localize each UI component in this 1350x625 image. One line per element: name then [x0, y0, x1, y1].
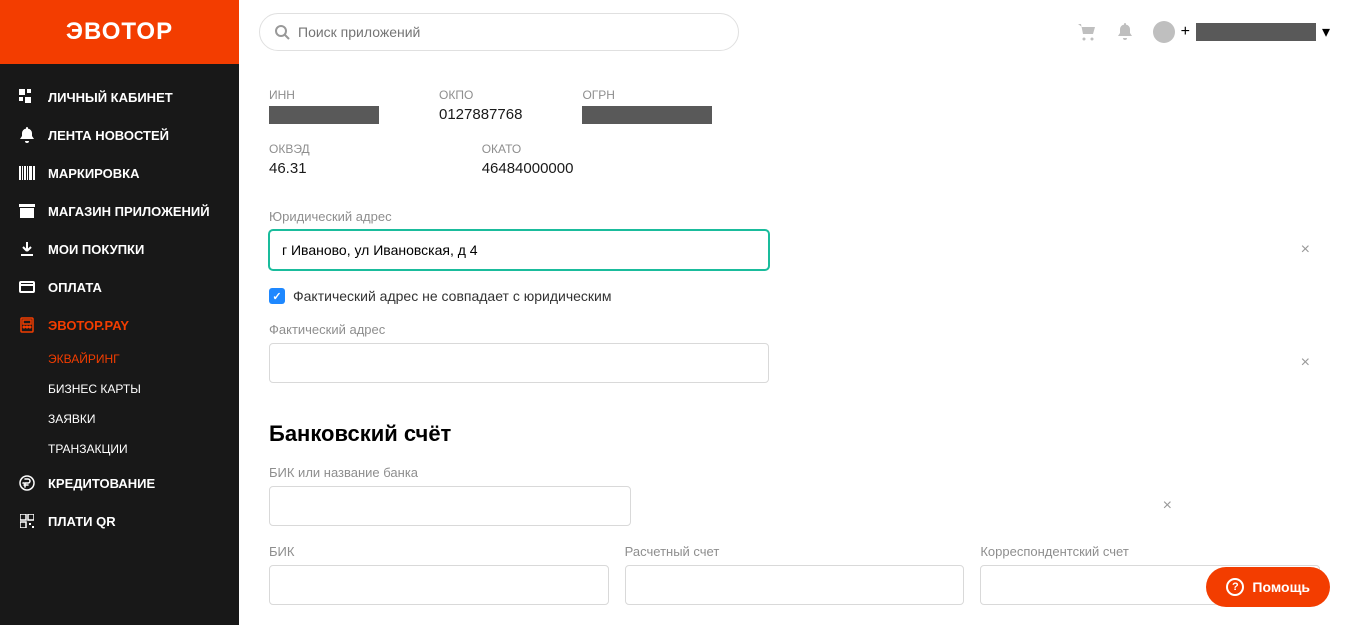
rs-input[interactable]	[625, 565, 965, 605]
help-button[interactable]: ? Помощь	[1206, 567, 1330, 607]
bank-heading: Банковский счёт	[269, 421, 1320, 447]
terminal-icon	[18, 316, 36, 334]
nav-credit[interactable]: КРЕДИТОВАНИЕ	[0, 464, 239, 502]
bell-icon	[18, 126, 36, 144]
nav-label: ПЛАТИ QR	[48, 514, 116, 529]
okato-value: 46484000000	[482, 160, 574, 177]
okpo-value: 0127887768	[439, 106, 522, 123]
nav-my-purchases[interactable]: МОИ ПОКУПКИ	[0, 230, 239, 268]
bank-search-input[interactable]	[269, 486, 631, 526]
bank-search-label: БИК или название банка	[269, 465, 1320, 480]
clear-bank-search-button[interactable]: ×	[1163, 498, 1172, 514]
nav-label: ЭВОТОР.PAY	[48, 318, 129, 333]
content: ИНН ОКПО 0127887768 ОГРН ОКВЭД 46.31	[239, 64, 1350, 625]
legal-address-input[interactable]	[269, 230, 769, 270]
user-phone-prefix: +	[1181, 23, 1190, 41]
ks-label: Корреспондентский счет	[980, 544, 1320, 559]
field-okato: ОКАТО 46484000000	[482, 142, 574, 177]
sub-nav: ЭКВАЙРИНГ БИЗНЕС КАРТЫ ЗАЯВКИ ТРАНЗАКЦИИ	[0, 344, 239, 464]
subnav-requests[interactable]: ЗАЯВКИ	[48, 404, 239, 434]
actual-address-input[interactable]	[269, 343, 769, 383]
clear-actual-address-button[interactable]: ×	[1301, 355, 1310, 371]
nav-app-store[interactable]: МАГАЗИН ПРИЛОЖЕНИЙ	[0, 192, 239, 230]
nav-pay-qr[interactable]: ПЛАТИ QR	[0, 502, 239, 540]
okpo-label: ОКПО	[439, 88, 522, 102]
qr-icon	[18, 512, 36, 530]
subnav-transactions[interactable]: ТРАНЗАКЦИИ	[48, 434, 239, 464]
topbar-right: + ▾	[1077, 21, 1330, 43]
nav-label: ЛИЧНЫЙ КАБИНЕТ	[48, 90, 173, 105]
bik-label: БИК	[269, 544, 609, 559]
chevron-down-icon: ▾	[1322, 22, 1330, 42]
main-nav: ЛИЧНЫЙ КАБИНЕТ ЛЕНТА НОВОСТЕЙ МАРКИРОВКА…	[0, 64, 239, 554]
subnav-acquiring[interactable]: ЭКВАЙРИНГ	[48, 344, 239, 374]
question-icon: ?	[1226, 578, 1244, 596]
nav-personal-cabinet[interactable]: ЛИЧНЫЙ КАБИНЕТ	[0, 78, 239, 116]
notifications-icon[interactable]	[1117, 23, 1133, 41]
ogrn-value-redacted	[582, 106, 712, 124]
actual-address-label: Фактический адрес	[269, 322, 1320, 337]
nav-evotor-pay[interactable]: ЭВОТОР.PAY	[0, 306, 239, 344]
nav-label: ЛЕНТА НОВОСТЕЙ	[48, 128, 169, 143]
grid-icon	[18, 88, 36, 106]
user-phone-redacted	[1196, 23, 1316, 41]
inn-value-redacted	[269, 106, 379, 124]
nav-payment[interactable]: ОПЛАТА	[0, 268, 239, 306]
brand-logo[interactable]: ЭВОТОР	[0, 0, 239, 64]
nav-news-feed[interactable]: ЛЕНТА НОВОСТЕЙ	[0, 116, 239, 154]
search-icon	[274, 24, 290, 40]
user-menu[interactable]: + ▾	[1153, 21, 1330, 43]
subnav-business-cards[interactable]: БИЗНЕС КАРТЫ	[48, 374, 239, 404]
help-label: Помощь	[1252, 579, 1310, 595]
ruble-icon	[18, 474, 36, 492]
okved-value: 46.31	[269, 160, 310, 177]
sidebar: ЭВОТОР ЛИЧНЫЙ КАБИНЕТ ЛЕНТА НОВОСТЕЙ МАР…	[0, 0, 239, 625]
nav-marking[interactable]: МАРКИРОВКА	[0, 154, 239, 192]
address-diff-checkbox[interactable]: ✓	[269, 288, 285, 304]
okato-label: ОКАТО	[482, 142, 574, 156]
clear-legal-address-button[interactable]: ×	[1301, 242, 1310, 258]
nav-label: КРЕДИТОВАНИЕ	[48, 476, 155, 491]
address-diff-label: Фактический адрес не совпадает с юридиче…	[293, 288, 611, 304]
avatar-icon	[1153, 21, 1175, 43]
barcode-icon	[18, 164, 36, 182]
nav-label: МОИ ПОКУПКИ	[48, 242, 144, 257]
field-okved: ОКВЭД 46.31	[269, 142, 310, 177]
nav-label: МАРКИРОВКА	[48, 166, 140, 181]
ogrn-label: ОГРН	[582, 88, 712, 102]
legal-address-label: Юридический адрес	[269, 209, 1320, 224]
cart-icon[interactable]	[1077, 23, 1097, 41]
topbar: + ▾	[239, 0, 1350, 64]
nav-label: МАГАЗИН ПРИЛОЖЕНИЙ	[48, 204, 210, 219]
nav-label: ОПЛАТА	[48, 280, 102, 295]
store-icon	[18, 202, 36, 220]
field-ogrn: ОГРН	[582, 88, 712, 124]
okved-label: ОКВЭД	[269, 142, 310, 156]
card-icon	[18, 278, 36, 296]
rs-label: Расчетный счет	[625, 544, 965, 559]
search-input[interactable]	[298, 24, 724, 40]
download-icon	[18, 240, 36, 258]
search-field[interactable]	[259, 13, 739, 51]
main-area: + ▾ ИНН ОКПО 0127887768 ОГРН	[239, 0, 1350, 625]
field-okpo: ОКПО 0127887768	[439, 88, 522, 124]
field-inn: ИНН	[269, 88, 379, 124]
bik-input[interactable]	[269, 565, 609, 605]
inn-label: ИНН	[269, 88, 379, 102]
